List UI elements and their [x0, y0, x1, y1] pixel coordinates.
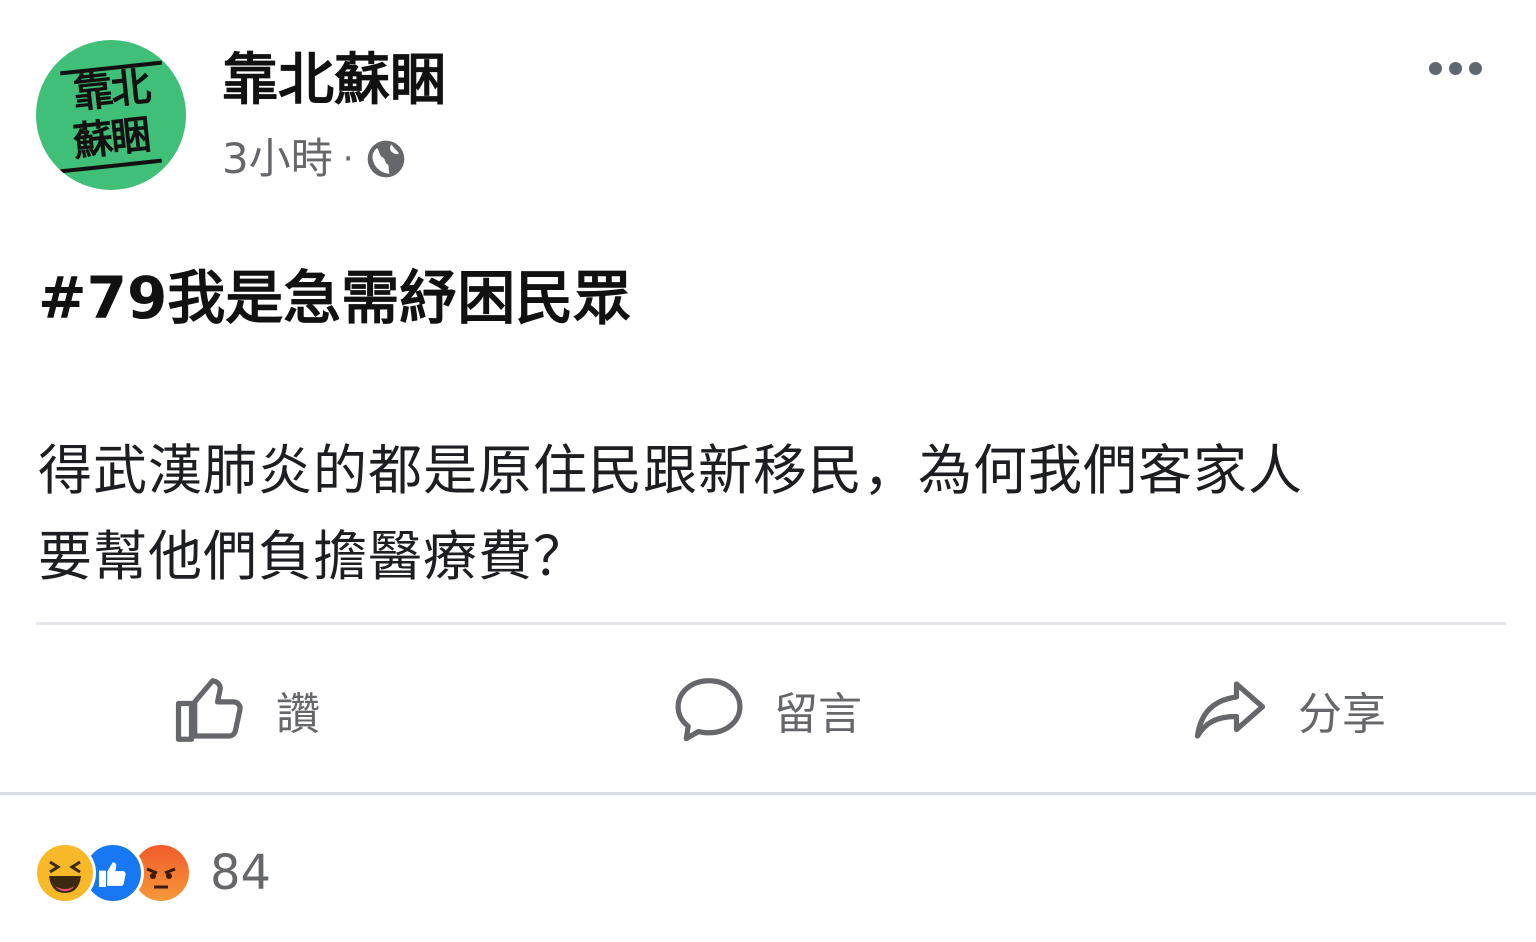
share-button[interactable]: 分享 — [1188, 660, 1386, 760]
post-meta: 靠北蘇睏 3小時 · — [222, 40, 446, 184]
like-button[interactable]: 讚 — [172, 660, 320, 760]
comment-bubble-icon — [675, 678, 743, 742]
separator-dot: · — [342, 139, 354, 179]
divider — [36, 622, 1506, 625]
section-divider — [0, 792, 1536, 795]
post-actions: 讚 留言 分享 — [0, 660, 1536, 760]
post-body-line: 得武漢肺炎的都是原住民跟新移民，為何我們客家人 — [38, 439, 1303, 502]
reactions-summary[interactable]: 84 — [34, 842, 271, 904]
facebook-post: 靠北 蘇睏 靠北蘇睏 3小時 · #79我是急需紓困民眾 得武漢肺炎的都是原住民… — [0, 0, 1536, 942]
post-time[interactable]: 3小時 — [222, 134, 333, 184]
reaction-count: 84 — [210, 845, 272, 901]
haha-icon — [34, 842, 96, 904]
more-options-icon[interactable] — [1429, 62, 1482, 75]
globe-icon — [367, 140, 404, 178]
page-avatar[interactable]: 靠北 蘇睏 — [36, 40, 186, 190]
post-subline: 3小時 · — [222, 134, 446, 184]
avatar-text-line2: 蘇睏 — [70, 112, 152, 166]
comment-label: 留言 — [774, 689, 862, 740]
like-label: 讚 — [276, 689, 320, 740]
thumbs-up-icon — [175, 678, 243, 742]
post-hashtag[interactable]: #79我是急需紓困民眾 — [38, 262, 631, 334]
share-label: 分享 — [1298, 689, 1386, 740]
comment-button[interactable]: 留言 — [670, 660, 862, 760]
avatar-text-line1: 靠北 — [70, 64, 152, 118]
post-body-line: 要幫他們負擔醫療費？ — [38, 525, 588, 588]
page-name[interactable]: 靠北蘇睏 — [222, 46, 446, 116]
post-body: 得武漢肺炎的都是原住民跟新移民，為何我們客家人 要幫他們負擔醫療費？ — [38, 428, 1508, 600]
share-arrow-icon — [1194, 681, 1266, 739]
post-header: 靠北 蘇睏 靠北蘇睏 3小時 · — [36, 40, 446, 190]
